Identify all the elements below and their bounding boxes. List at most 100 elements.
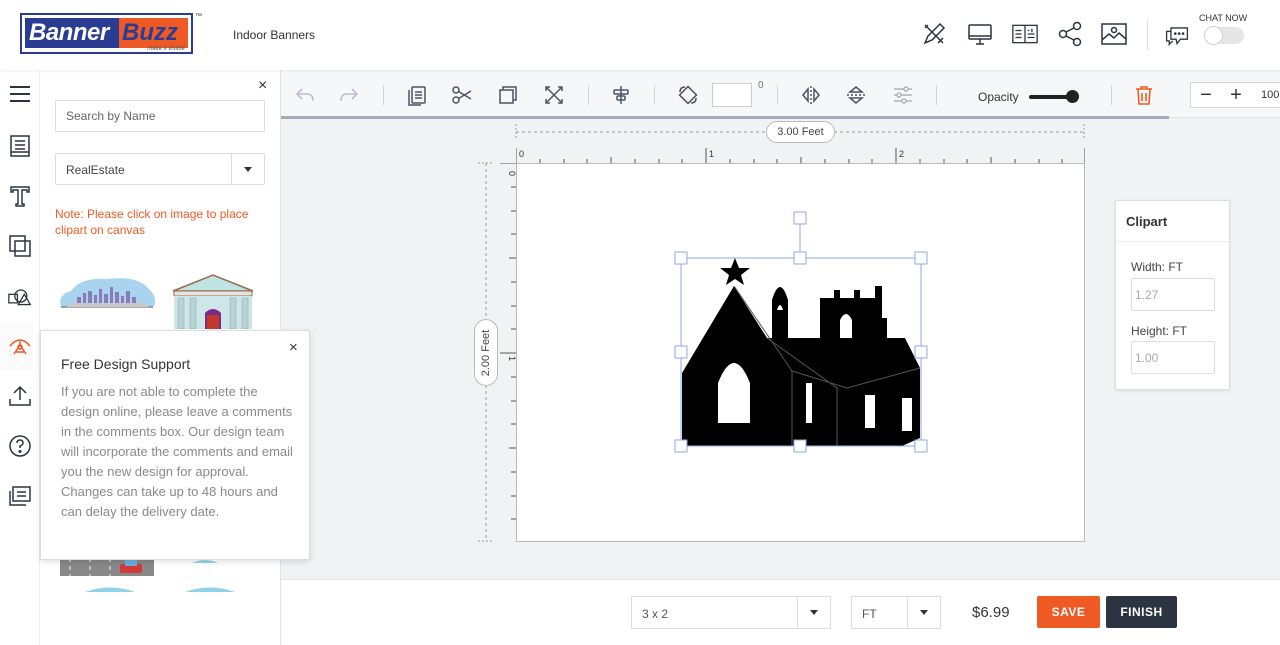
templates-icon[interactable] bbox=[6, 132, 34, 160]
chat-toggle[interactable] bbox=[1204, 26, 1244, 45]
toolbar-separator bbox=[777, 85, 778, 105]
toggle-knob bbox=[1204, 26, 1223, 45]
zoom-control: − + 100 bbox=[1190, 82, 1280, 108]
flip-horizontal-icon[interactable] bbox=[798, 82, 824, 108]
finish-button[interactable]: FINISH bbox=[1106, 596, 1177, 628]
vertical-ruler: 0 1 bbox=[500, 163, 516, 520]
save-button[interactable]: SAVE bbox=[1037, 596, 1100, 628]
clipart-thumb-skyline[interactable] bbox=[57, 273, 157, 313]
pencil-ruler-icon[interactable] bbox=[920, 20, 948, 48]
header: Banner Buzz make it visible ™ Indoor Ban… bbox=[0, 0, 1280, 70]
zoom-value: 100 bbox=[1261, 89, 1280, 101]
opacity-slider-thumb[interactable] bbox=[1066, 90, 1079, 103]
toolbar-separator bbox=[1111, 85, 1112, 105]
height-label: Height: FT bbox=[1131, 324, 1188, 338]
degree-symbol: 0 bbox=[758, 80, 764, 91]
opacity-slider[interactable] bbox=[1029, 90, 1079, 103]
undo-icon[interactable] bbox=[292, 82, 318, 108]
menu-icon[interactable] bbox=[6, 80, 34, 108]
resize-handle[interactable] bbox=[793, 439, 807, 453]
category-select[interactable]: RealEstate bbox=[55, 153, 265, 185]
chat-icon[interactable] bbox=[1163, 20, 1191, 48]
clipart-thumb-bank[interactable] bbox=[168, 273, 258, 329]
design-support-popup: Free Design Support × If you are not abl… bbox=[40, 330, 310, 560]
resize-handle[interactable] bbox=[674, 345, 688, 359]
rotate-handle[interactable] bbox=[793, 211, 807, 225]
zoom-out-button[interactable]: − bbox=[1191, 83, 1221, 107]
rotate-icon[interactable] bbox=[675, 82, 701, 108]
width-dimension-label: 3.00 Feet bbox=[766, 121, 835, 143]
resize-handle[interactable] bbox=[793, 251, 807, 265]
height-field[interactable]: 1.00 bbox=[1131, 341, 1215, 374]
unit-select[interactable]: FT bbox=[851, 596, 941, 629]
width-field[interactable]: 1.27 bbox=[1131, 278, 1215, 311]
upload-icon[interactable] bbox=[6, 382, 34, 410]
ruler-v-label-0: 0 bbox=[507, 171, 516, 176]
share-icon[interactable] bbox=[1056, 20, 1084, 48]
trademark: ™ bbox=[195, 13, 202, 20]
resize-handle[interactable] bbox=[914, 251, 928, 265]
clipart-properties-title: Clipart bbox=[1116, 201, 1229, 242]
height-dimension-text: 2.00 Feet bbox=[480, 329, 492, 376]
chevron-down-icon[interactable] bbox=[907, 597, 940, 628]
popup-title: Free Design Support bbox=[61, 356, 191, 372]
duplicate-icon[interactable] bbox=[495, 82, 521, 108]
size-select[interactable]: 3 x 2 bbox=[631, 596, 831, 629]
fit-to-canvas-icon[interactable] bbox=[541, 82, 567, 108]
church-clipart[interactable] bbox=[672, 208, 932, 458]
shapes-icon[interactable] bbox=[6, 282, 34, 310]
toolbar-separator bbox=[936, 85, 937, 105]
settings-sliders-icon[interactable] bbox=[890, 82, 916, 108]
delete-icon[interactable] bbox=[1131, 82, 1157, 108]
page-title: Indoor Banners bbox=[233, 28, 316, 42]
redo-icon[interactable] bbox=[336, 82, 362, 108]
flip-vertical-icon[interactable] bbox=[843, 82, 869, 108]
height-dimension-label: 2.00 Feet bbox=[474, 319, 498, 386]
clipart-note: Note: Please click on image to place cli… bbox=[55, 207, 249, 237]
comments-icon[interactable] bbox=[6, 482, 34, 510]
ruler-h-label-2: 2 bbox=[899, 149, 904, 159]
tool-rail bbox=[0, 70, 40, 645]
chevron-down-icon[interactable] bbox=[797, 597, 830, 628]
logo-text-buzz: Buzz bbox=[122, 19, 178, 46]
clipart-icon[interactable] bbox=[0, 322, 34, 370]
popup-text: If you are not able to complete the desi… bbox=[61, 384, 293, 519]
align-center-icon[interactable] bbox=[608, 82, 634, 108]
toolbar-separator bbox=[654, 85, 655, 105]
resize-handle[interactable] bbox=[914, 345, 928, 359]
text-icon[interactable] bbox=[6, 182, 34, 210]
resize-handle[interactable] bbox=[914, 439, 928, 453]
search-input[interactable] bbox=[55, 100, 265, 132]
clipart-thumb-partial-1[interactable] bbox=[80, 586, 140, 592]
chevron-down-icon[interactable] bbox=[231, 154, 264, 184]
clipart-thumb-partial-2[interactable] bbox=[180, 586, 240, 592]
layers-icon[interactable] bbox=[6, 232, 34, 260]
clipart-thumb-road[interactable] bbox=[60, 558, 154, 576]
resize-handle[interactable] bbox=[674, 251, 688, 265]
editor-toolbar: 0 Opacity − + 100 bbox=[281, 70, 1280, 118]
ruler-h-label-1: 1 bbox=[709, 149, 714, 159]
panel-close-button[interactable]: × bbox=[258, 78, 267, 94]
opacity-label: Opacity bbox=[978, 90, 1019, 104]
cut-icon[interactable] bbox=[449, 82, 475, 108]
price: $6.99 bbox=[972, 604, 1010, 621]
image-icon[interactable] bbox=[1100, 20, 1128, 48]
book-icon[interactable] bbox=[1011, 20, 1039, 48]
ruler-v-label-1: 1 bbox=[507, 356, 516, 361]
clipart-properties: Clipart Width: FT 1.27 Height: FT 1.00 bbox=[1115, 200, 1230, 390]
paste-icon[interactable] bbox=[404, 82, 430, 108]
ruler-h-label-0: 0 bbox=[519, 149, 524, 159]
size-value: 3 x 2 bbox=[642, 607, 669, 621]
monitor-icon[interactable] bbox=[966, 20, 994, 48]
logo-text-banner: Banner bbox=[29, 19, 109, 46]
help-icon[interactable] bbox=[6, 432, 34, 460]
category-value: RealEstate bbox=[66, 163, 125, 177]
rotation-input[interactable] bbox=[712, 83, 752, 107]
zoom-in-button[interactable]: + bbox=[1221, 83, 1251, 107]
popup-close-button[interactable]: × bbox=[289, 339, 298, 356]
width-label: Width: FT bbox=[1131, 260, 1184, 274]
logo[interactable]: Banner Buzz make it visible bbox=[20, 13, 193, 54]
toolbar-separator bbox=[588, 85, 589, 105]
resize-handle[interactable] bbox=[674, 439, 688, 453]
chat-now-label: CHAT NOW bbox=[1199, 13, 1248, 23]
